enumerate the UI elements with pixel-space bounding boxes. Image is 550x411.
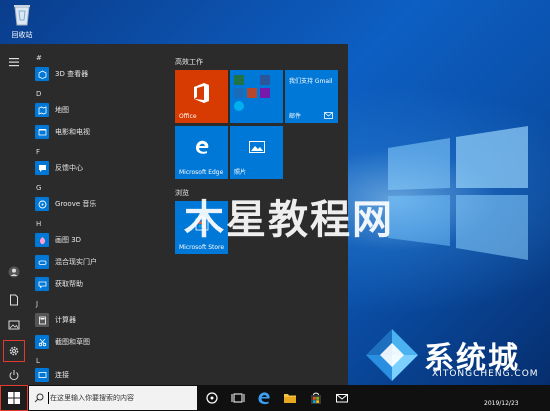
app-item-get-help[interactable]: 获取帮助 [30,274,160,294]
outlook-icon [247,75,257,85]
edge-icon [196,140,209,154]
search-icon [34,393,44,403]
tile-mail[interactable]: 我们支持 Gmail 邮件 [285,70,338,123]
text-caret [48,392,49,404]
app-item-calculator[interactable]: 计算器 [30,310,160,330]
settings-button[interactable] [3,340,25,362]
recycle-bin[interactable]: 回收站 [4,2,40,40]
paint3d-icon [35,233,49,247]
pictures-button[interactable] [4,315,24,335]
photos-icon [249,141,265,153]
taskbar-edge[interactable] [256,390,272,406]
tile-photos[interactable]: 照片 [230,126,283,179]
section-header[interactable]: J [30,298,160,310]
app-item-feedback-hub[interactable]: 反馈中心 [30,158,160,178]
user-icon [8,266,20,278]
app-item-maps[interactable]: 地图 [30,100,160,120]
start-rail [0,44,28,385]
tile-office[interactable]: Office [175,70,228,123]
powerpoint-icon [247,88,257,98]
office-icon [194,83,209,103]
task-view-icon [206,392,218,404]
tile-office-apps-folder[interactable] [230,70,283,123]
brand-logo [366,329,418,381]
windows-icon [8,392,20,404]
app-item-groove-music[interactable]: Groove 音乐 [30,194,160,214]
task-view-button[interactable] [204,390,220,406]
help-icon [35,277,49,291]
taskbar-store[interactable] [308,390,324,406]
start-button[interactable] [0,385,28,411]
edge-icon [258,392,270,405]
tile-edge[interactable]: Microsoft Edge [175,126,228,179]
app-item-movies-tv[interactable]: 电影和电视 [30,122,160,142]
power-button[interactable] [4,365,24,385]
windows-wallpaper-logo [388,126,528,260]
expand-menu-button[interactable] [4,52,24,72]
map-icon [35,103,49,117]
taskbar: 在这里输入你要搜索的内容 2019/12/23 [0,385,550,411]
word-icon [260,75,270,85]
folder-icon [284,394,296,403]
timeline-icon [231,393,245,403]
excel-icon [234,75,244,85]
app-item-snip-sketch[interactable]: 截图和草图 [30,332,160,352]
app-item-paint-3d[interactable]: 画图 3D [30,230,160,250]
clock-date[interactable]: 2019/12/23 [484,399,519,409]
timeline-button[interactable] [230,390,246,406]
watermark-main: 木星教程网 [184,197,394,243]
app-item-mixed-reality[interactable]: 混合现实门户 [30,252,160,272]
onenote-icon [234,88,244,98]
connect-icon [35,368,49,382]
taskbar-search[interactable]: 在这里输入你要搜索的内容 [29,386,197,410]
mail-icon [336,394,348,403]
calculator-icon [35,313,49,327]
cube-icon [35,67,49,81]
onenote-purple-icon [260,88,270,98]
skype-icon [234,101,244,111]
document-icon [10,294,18,306]
hamburger-icon [9,58,19,67]
store-icon [311,392,321,404]
taskbar-mail[interactable] [334,390,350,406]
section-header[interactable]: F [30,146,160,158]
section-header[interactable]: H [30,218,160,230]
account-button[interactable] [4,262,24,282]
feedback-icon [35,161,49,175]
mail-icon [324,112,333,119]
section-header[interactable]: L [30,355,160,367]
recycle-bin-label: 回收站 [11,31,33,39]
app-item-3d-viewer[interactable]: 3D 查看器 [30,64,160,84]
snip-icon [35,335,49,349]
documents-button[interactable] [4,290,24,310]
section-header[interactable]: G [30,182,160,194]
search-placeholder: 在这里输入你要搜索的内容 [50,394,134,402]
power-icon [9,370,19,381]
watermark-brand-sub: XITONGCHENG.COM [432,369,539,379]
film-icon [35,125,49,139]
tile-group-title: 高效工作 [175,58,203,66]
taskbar-file-explorer[interactable] [282,390,298,406]
section-header[interactable]: D [30,88,160,100]
groove-icon [35,197,49,211]
section-header[interactable]: # [30,52,160,64]
mixed-reality-icon [35,255,49,269]
picture-icon [8,320,20,330]
recycle-bin-icon [14,5,30,26]
app-item-connect[interactable]: 连接 [30,367,160,383]
gear-icon [9,346,19,356]
